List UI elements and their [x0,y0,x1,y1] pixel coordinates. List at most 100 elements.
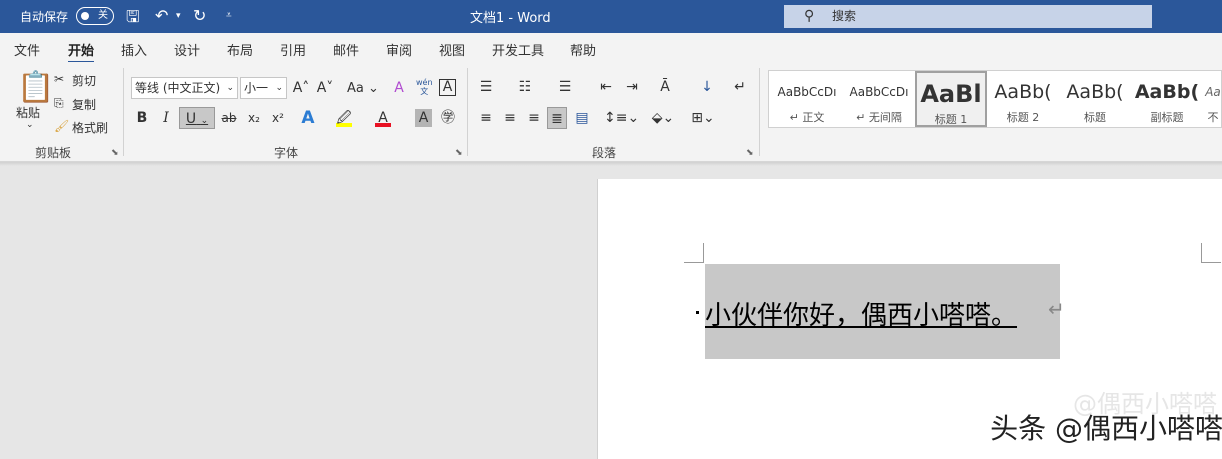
document-page[interactable]: 小伙伴你好，偶西小嗒嗒。 ↵ @偶西小嗒嗒 头条 @偶西小嗒嗒 [597,179,1222,459]
phonetic-guide-icon[interactable]: wén 文 [416,78,433,96]
crop-mark [1201,243,1221,263]
customize-toolbar-icon[interactable]: ⩡ [226,10,232,21]
italic-button[interactable]: I [156,107,176,129]
underline-button[interactable]: U ⌄ [179,107,215,129]
paste-dropdown-icon[interactable]: ⌄ [26,120,34,130]
increase-indent-icon[interactable]: ⇥ [622,76,642,98]
search-placeholder: 搜索 [832,9,857,23]
sort-icon[interactable]: ↓ [697,76,717,98]
asian-layout-icon[interactable]: Ā [655,76,675,98]
undo-dropdown-icon[interactable]: ▾ [176,11,181,21]
copy-icon[interactable]: ⎘ [54,96,64,111]
bullets-icon[interactable]: ☰ [476,76,496,98]
paste-icon[interactable]: 📋 [17,70,54,105]
font-launcher-icon[interactable]: ⬊ [455,148,463,158]
subscript-icon[interactable]: x₂ [244,107,264,129]
font-size-value: 小一 [244,81,269,95]
paste-button[interactable]: 粘贴 [16,104,40,121]
tab-design[interactable]: 设计 [174,40,200,59]
tab-insert[interactable]: 插入 [121,40,147,59]
align-center-icon[interactable]: ≡ [500,107,520,129]
paragraph-bullet [696,311,699,314]
tab-layout[interactable]: 布局 [227,40,253,59]
font-color-icon[interactable]: A [375,107,391,127]
borders-icon[interactable]: ⊞⌄ [688,107,718,129]
cut-button[interactable]: 剪切 [72,72,96,89]
tab-view[interactable]: 视图 [439,40,465,59]
autosave-toggle[interactable]: 关 [76,7,114,25]
style-more[interactable]: Aa 不 [1203,71,1222,127]
grow-font-icon[interactable]: A˄ [291,77,311,99]
cut-icon[interactable]: ✂ [54,72,64,86]
tab-home[interactable]: 开始 [68,40,95,64]
clear-formatting-icon[interactable]: A [389,77,409,99]
style-name: 不 [1207,111,1219,124]
enclose-characters-icon[interactable]: ㊫ [438,107,458,129]
line-spacing-icon[interactable]: ↕≡⌄ [604,107,639,129]
search-icon: ⚲ [804,8,815,24]
chevron-down-icon: ⌄ [275,83,283,93]
style-name: ↵ 正文 [789,111,825,124]
divider [467,68,468,156]
tab-file[interactable]: 文件 [14,40,40,59]
document-title: 文档1 - Word [470,11,551,26]
multilevel-list-icon[interactable]: ☰ [555,76,575,98]
tab-help[interactable]: 帮助 [570,40,596,59]
font-size-select[interactable]: 小一 ⌄ [240,77,287,99]
autosave-label: 自动保存 [20,10,69,24]
tab-developer[interactable]: 开发工具 [492,40,544,59]
character-border-icon[interactable]: A [439,79,456,96]
paragraph-group-label: 段落 [592,146,617,160]
style-title[interactable]: AaBb(标题 [1059,71,1131,127]
distributed-icon[interactable]: ▤ [572,107,592,129]
save-icon[interactable]: 🖫 [126,6,140,33]
document-text[interactable]: 小伙伴你好，偶西小嗒嗒。 [705,295,1017,332]
justify-icon[interactable]: ≣ [547,107,567,129]
format-painter-icon[interactable]: 🖌 [54,119,69,133]
align-left-icon[interactable]: ≡ [476,107,496,129]
ribbon: 📋 粘贴 ⌄ ✂ 剪切 ⎘ 复制 🖌 格式刷 剪贴板 ⬊ 等线 (中文正文) ⌄ … [0,62,1222,162]
strikethrough-icon[interactable]: ab [219,107,239,129]
style-name: 标题 1 [934,113,968,126]
phonetic-top: wén [416,78,433,87]
clipboard-group-label: 剪贴板 [35,146,72,160]
redo-icon[interactable]: ↻ [193,6,206,25]
highlight-icon[interactable]: 🖉 [336,107,352,127]
tab-mailings[interactable]: 邮件 [333,40,359,59]
align-right-icon[interactable]: ≡ [524,107,544,129]
paragraph-launcher-icon[interactable]: ⬊ [746,148,754,158]
style-heading-1[interactable]: AaBl 标题 1 [915,71,987,127]
numbering-icon[interactable]: ☷ [515,76,535,98]
style-preview: AaBbCcDı [777,85,837,99]
superscript-icon[interactable]: x² [268,107,288,129]
change-case-button[interactable]: Aa ⌄ [347,81,379,96]
phonetic-bottom: 文 [420,87,429,96]
clipboard-launcher-icon[interactable]: ⬊ [111,148,119,158]
style-preview: AaBbCcDı [849,85,909,99]
style-heading-2[interactable]: AaBb(标题 2 [987,71,1059,127]
search-box[interactable]: ⚲ 搜索 [784,5,1152,28]
undo-icon[interactable]: ↶ [155,6,168,25]
shading-icon[interactable]: ⬙⌄ [648,107,678,129]
style-normal[interactable]: AaBbCcDı ↵ 正文 [771,71,843,127]
change-case-label: Aa [347,81,364,96]
chevron-down-icon: ⌄ [200,116,209,126]
format-painter-button[interactable]: 格式刷 [72,119,108,136]
style-subtitle[interactable]: AaBb(副标题 [1131,71,1203,127]
style-preview: AaBb( [994,81,1052,103]
font-name-select[interactable]: 等线 (中文正文) ⌄ [131,77,238,99]
bold-button[interactable]: B [132,107,152,129]
shrink-font-icon[interactable]: A˅ [315,77,335,99]
character-shading-icon[interactable]: A [415,109,432,127]
style-no-spacing[interactable]: AaBbCcDı ↵ 无间隔 [843,71,915,127]
copy-button[interactable]: 复制 [72,96,96,113]
tab-references[interactable]: 引用 [280,40,306,59]
tab-review[interactable]: 审阅 [386,40,412,59]
decrease-indent-icon[interactable]: ⇤ [596,76,616,98]
style-preview: Aa [1205,85,1221,99]
show-marks-icon[interactable]: ↵ [730,76,750,98]
style-name: 副标题 [1150,111,1184,124]
underline-label: U [185,111,197,127]
ribbon-tabs: 文件 开始 插入 设计 布局 引用 邮件 审阅 视图 开发工具 帮助 [0,33,1222,64]
text-effects-icon[interactable]: A [298,107,318,129]
